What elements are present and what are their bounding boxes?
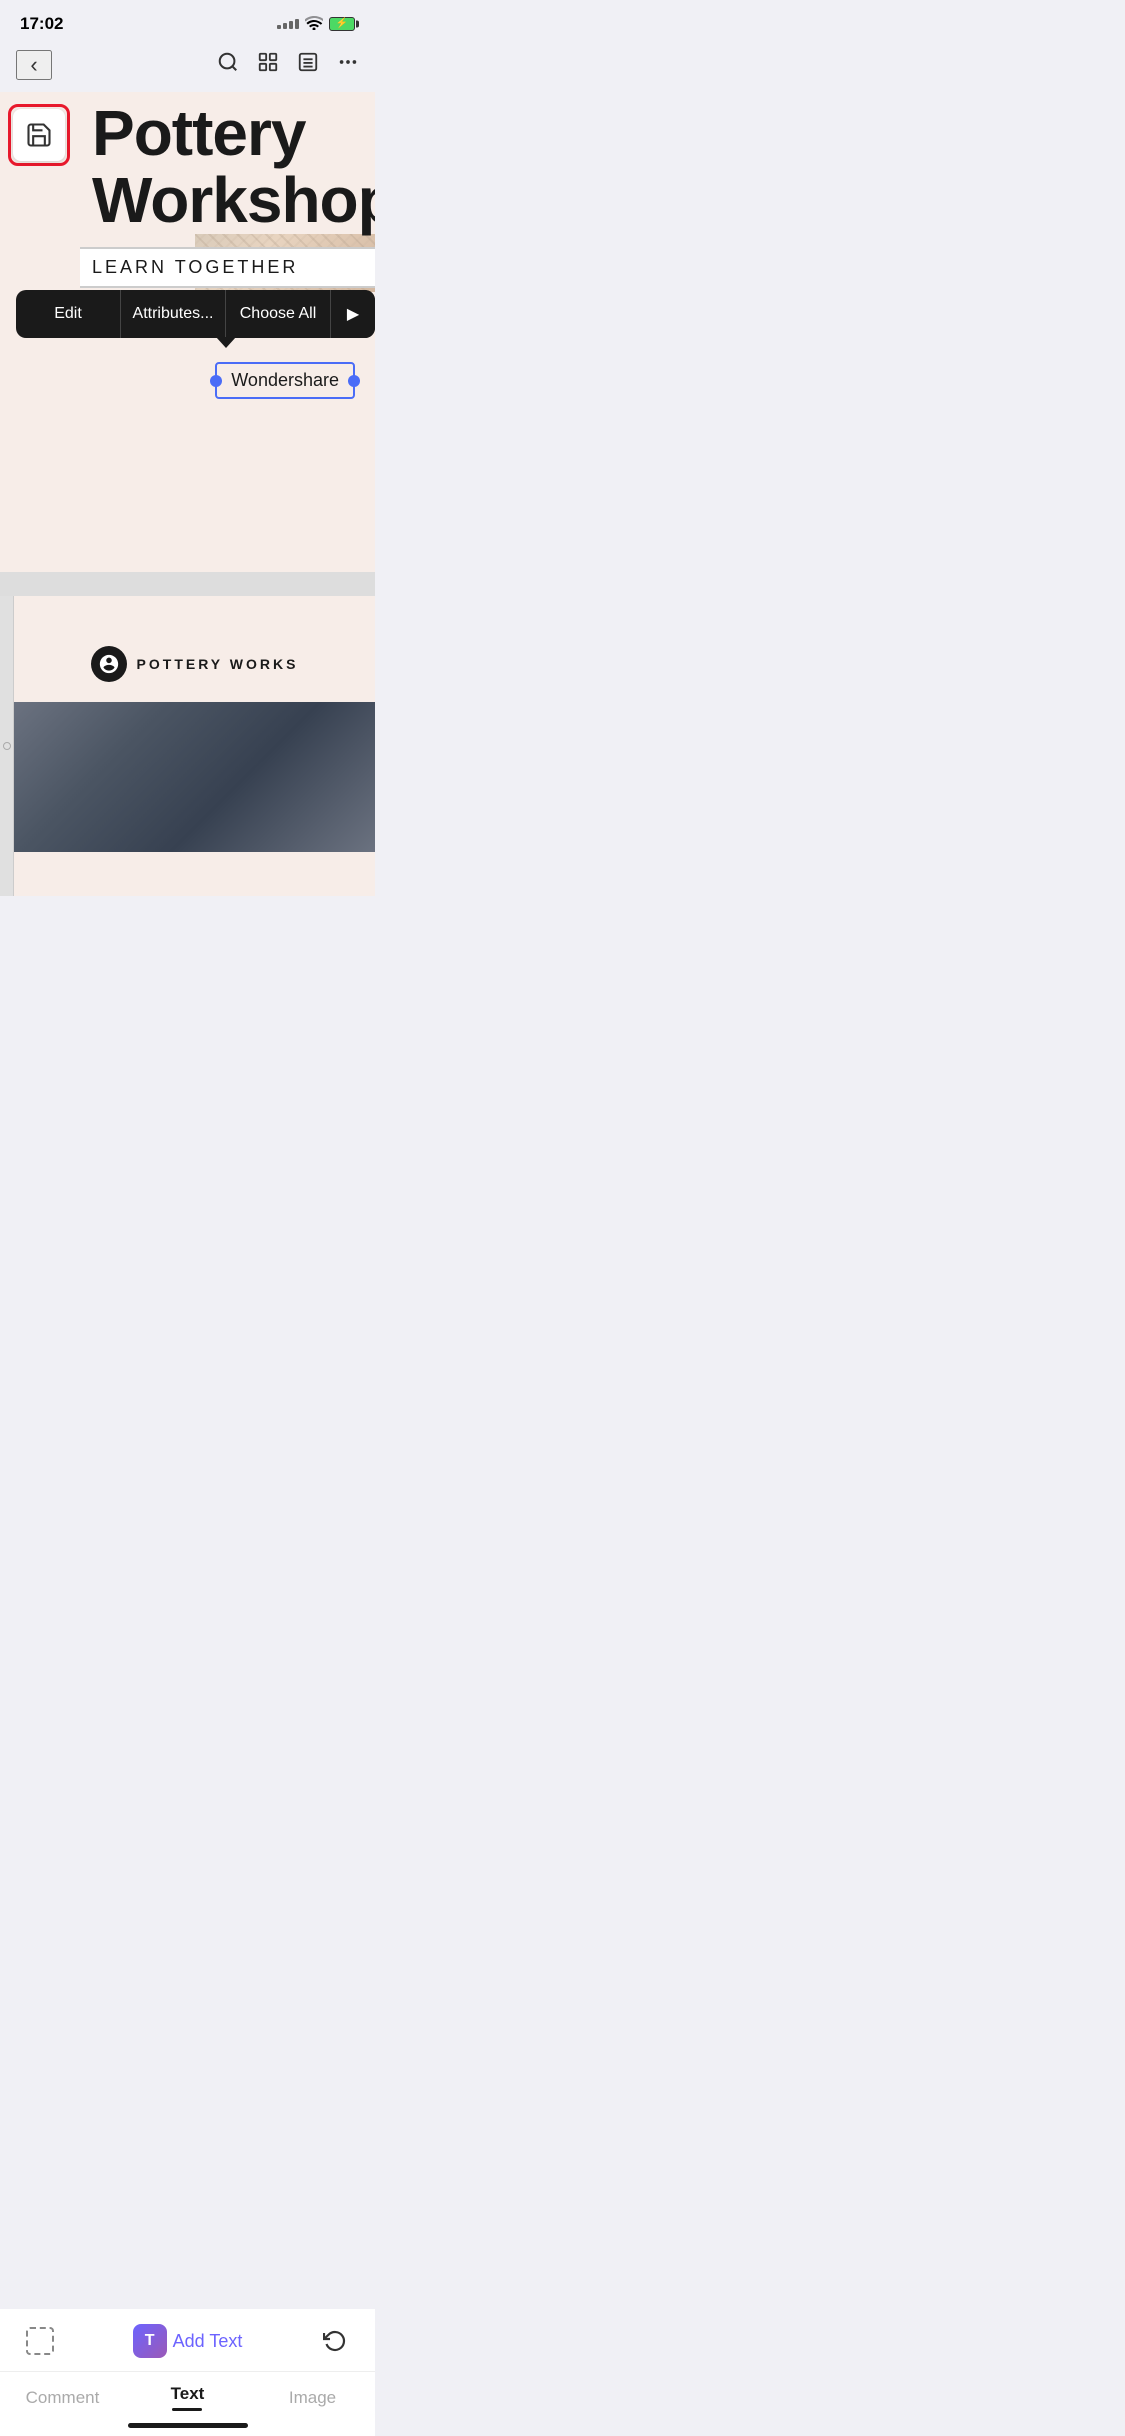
wondershare-textbox[interactable]: Wondershare	[215, 362, 355, 399]
save-button-wrapper	[8, 104, 70, 166]
text-handle-left[interactable]	[210, 375, 222, 387]
add-text-icon: T	[133, 2324, 167, 2358]
add-text-bar: T Add Text	[0, 2309, 375, 2372]
tab-comment[interactable]: Comment	[0, 2388, 125, 2408]
left-strip-dot	[3, 742, 11, 750]
menu-more-arrow[interactable]: ▶	[331, 290, 375, 338]
select-tool[interactable]	[20, 2321, 60, 2361]
workshop-header: PotteryWorkshop	[80, 92, 375, 234]
home-indicator	[128, 2423, 248, 2428]
more-icon[interactable]	[337, 51, 359, 79]
context-menu-bar: Edit Attributes... Choose All ▶	[16, 290, 375, 338]
canvas-area-1: PotteryWorkshop LEARN TOGETHER Edit Attr…	[0, 92, 375, 572]
brand-name: POTTERY WORKS	[137, 656, 299, 672]
status-bar: 17:02 ⚡	[0, 0, 375, 42]
select-tool-icon	[26, 2327, 54, 2355]
signal-icon	[277, 19, 299, 29]
tab-comment-label: Comment	[26, 2388, 100, 2407]
canvas-area-2: POTTERY WORKS	[0, 596, 375, 896]
learn-together-text: LEARN TOGETHER	[92, 257, 298, 277]
tab-image-label: Image	[289, 2388, 336, 2407]
list-icon[interactable]	[297, 51, 319, 79]
tab-text[interactable]: Text	[125, 2384, 250, 2411]
wondershare-text: Wondershare	[231, 370, 339, 391]
context-menu: Edit Attributes... Choose All ▶	[16, 290, 375, 338]
add-text-button[interactable]: T Add Text	[133, 2324, 243, 2358]
canvas-divider	[0, 572, 375, 596]
tab-active-indicator	[172, 2408, 202, 2411]
tooltip-arrow	[216, 337, 236, 348]
search-icon[interactable]	[217, 51, 239, 79]
grid-icon[interactable]	[257, 51, 279, 79]
back-button[interactable]: ‹	[16, 50, 52, 80]
undo-button[interactable]	[315, 2321, 355, 2361]
battery-icon: ⚡	[329, 17, 355, 31]
save-button[interactable]	[13, 109, 65, 161]
wifi-icon	[305, 16, 323, 33]
pottery-image-inner	[14, 702, 375, 852]
pottery-brand: POTTERY WORKS	[0, 596, 375, 702]
menu-edit[interactable]: Edit	[16, 290, 121, 338]
bottom-toolbar: T Add Text Comment Text Image	[0, 2309, 375, 2436]
menu-attributes[interactable]: Attributes...	[121, 290, 226, 338]
brand-logo	[91, 646, 127, 682]
text-handle-right[interactable]	[348, 375, 360, 387]
status-icons: ⚡	[277, 16, 355, 33]
status-time: 17:02	[20, 14, 63, 34]
left-strip	[0, 596, 14, 896]
learn-together-bar: LEARN TOGETHER	[80, 247, 375, 288]
top-nav: ‹	[0, 42, 375, 92]
pottery-image	[14, 702, 375, 852]
tab-text-label: Text	[171, 2384, 205, 2403]
tab-bar: Comment Text Image	[0, 2372, 375, 2417]
nav-icons	[217, 51, 359, 79]
menu-choose-all[interactable]: Choose All	[226, 290, 331, 338]
add-text-label: Add Text	[173, 2331, 243, 2352]
tab-image[interactable]: Image	[250, 2388, 375, 2408]
workshop-title: PotteryWorkshop	[80, 92, 375, 234]
